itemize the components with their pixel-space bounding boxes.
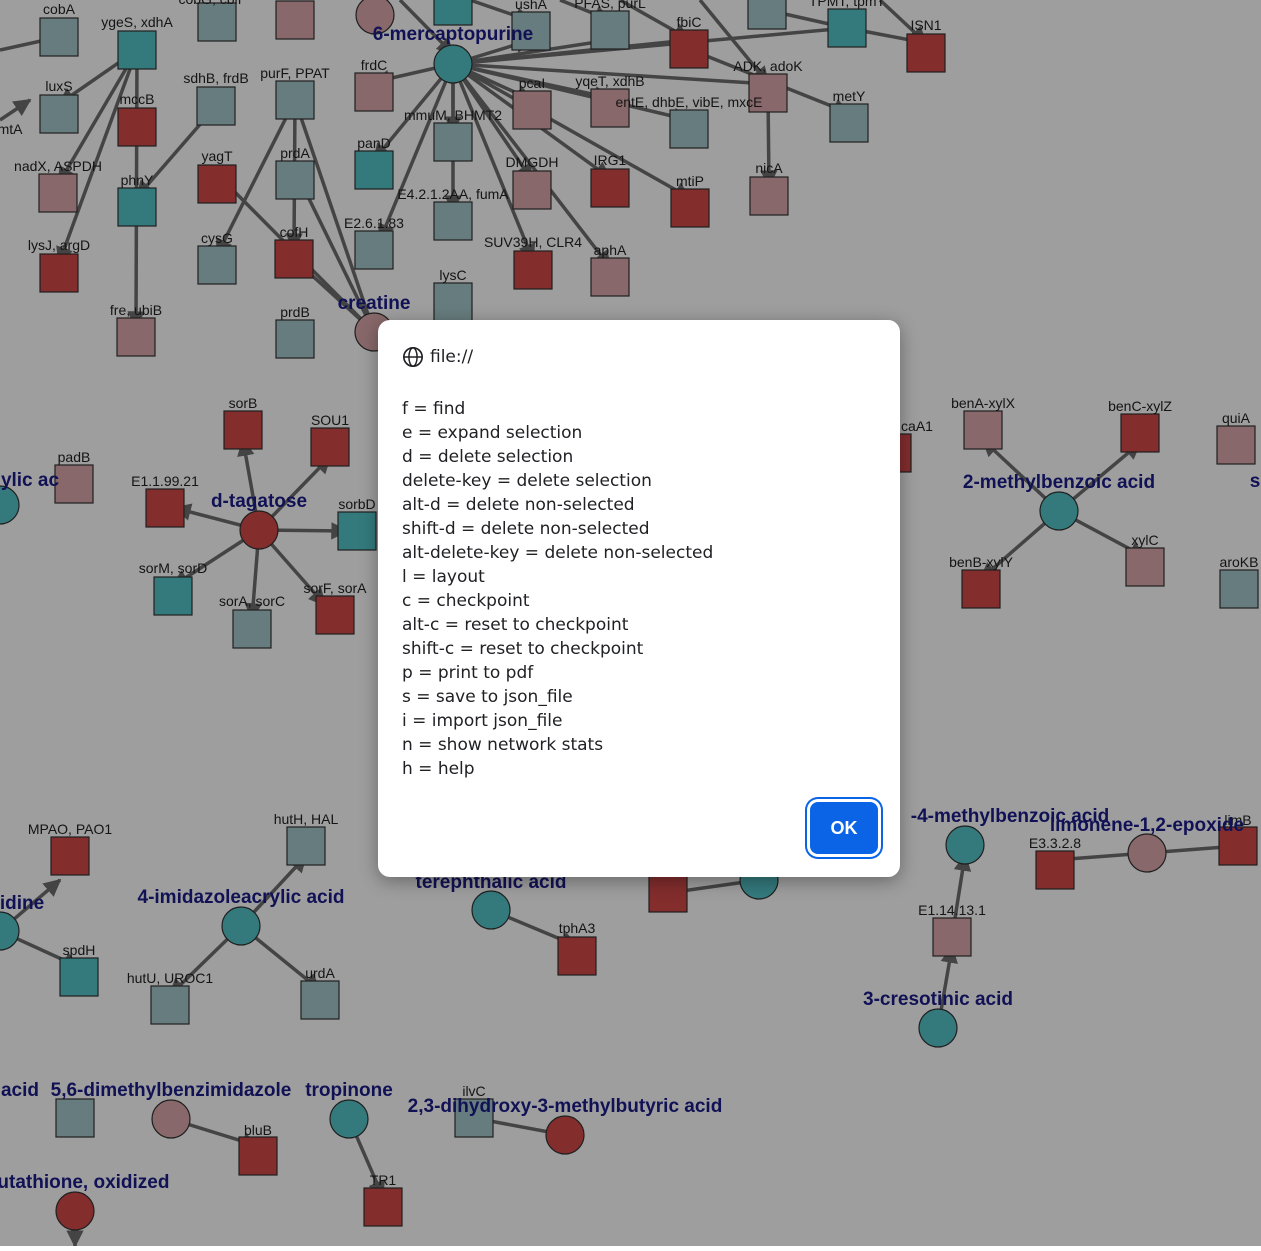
shortcut-line: alt-delete-key = delete non-selected bbox=[402, 543, 714, 563]
shortcut-line: d = delete selection bbox=[402, 447, 574, 467]
help-alert-dialog: file:// f = find e = expand selection d … bbox=[378, 320, 900, 877]
globe-icon bbox=[403, 347, 423, 367]
ok-button[interactable]: OK bbox=[810, 802, 878, 854]
shortcut-line: delete-key = delete selection bbox=[402, 471, 652, 491]
shortcut-line: s = save to json_file bbox=[402, 687, 573, 707]
shortcut-line: i = import json_file bbox=[402, 711, 563, 731]
shortcut-line: f = find bbox=[402, 399, 466, 419]
shortcut-line: h = help bbox=[402, 759, 475, 779]
shortcut-line: alt-c = reset to checkpoint bbox=[402, 615, 629, 635]
shortcut-line: shift-c = reset to checkpoint bbox=[402, 639, 644, 659]
shortcut-line: c = checkpoint bbox=[402, 591, 530, 611]
shortcut-line: l = layout bbox=[402, 567, 485, 587]
dialog-origin: file:// bbox=[402, 344, 473, 370]
shortcut-line: e = expand selection bbox=[402, 423, 583, 443]
shortcut-line: shift-d = delete non-selected bbox=[402, 519, 650, 539]
dialog-origin-text: file:// bbox=[430, 347, 474, 367]
shortcut-line: n = show network stats bbox=[402, 735, 604, 755]
help-shortcut-list: f = find e = expand selection d = delete… bbox=[402, 397, 713, 781]
shortcut-line: p = print to pdf bbox=[402, 663, 534, 683]
shortcut-line: alt-d = delete non-selected bbox=[402, 495, 635, 515]
